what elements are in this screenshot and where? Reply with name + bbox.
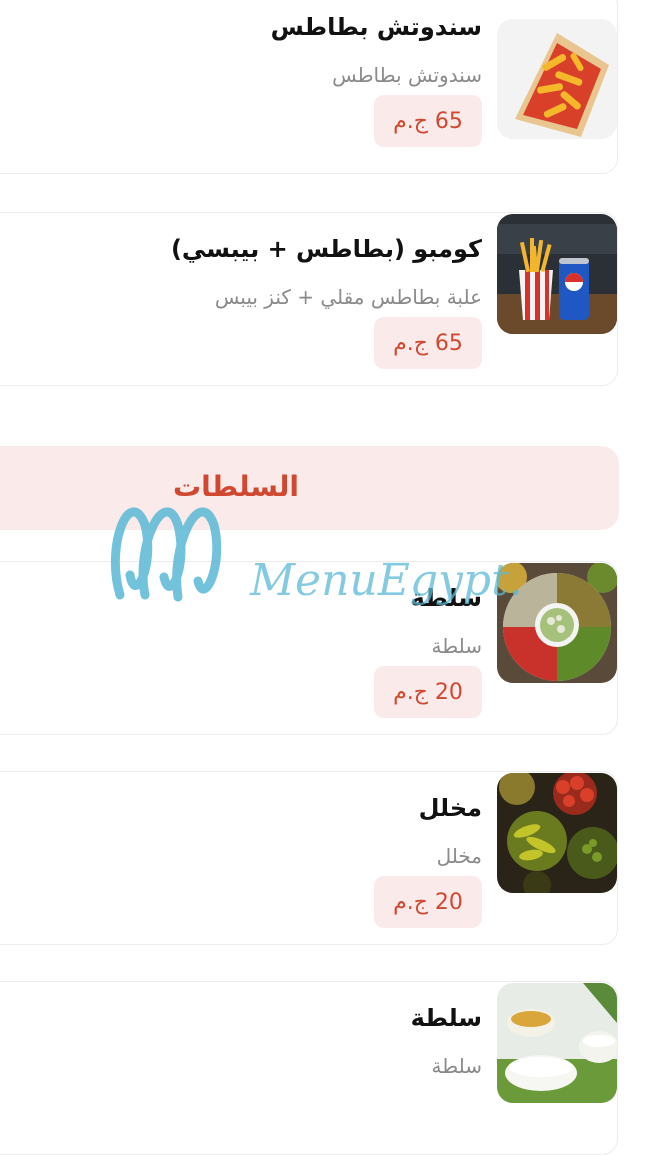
menu-item-card[interactable]: كومبو (بطاطس + بيبسي) علبة بطاطس مقلي + … (0, 212, 618, 386)
category-header[interactable]: السلطات (0, 446, 619, 530)
price-badge: 65 ج.م (374, 317, 482, 369)
menu-item-card[interactable]: سندوتش بطاطس سندوتش بطاطس 65 ج.م (0, 0, 618, 174)
item-title: سندوتش بطاطس (270, 13, 482, 41)
item-title: مخلل (418, 794, 482, 822)
fries-wrap-image (497, 19, 617, 139)
price-badge: 20 ج.م (374, 876, 482, 928)
item-description: علبة بطاطس مقلي + كنز بيبس (214, 285, 482, 309)
yogurt-salad-image (497, 983, 617, 1103)
item-description: سلطة (431, 634, 482, 658)
item-title: سلطة (410, 584, 482, 612)
item-title: سلطة (410, 1004, 482, 1032)
item-description: سلطة (431, 1054, 482, 1078)
fries-pepsi-image (497, 214, 617, 334)
pickles-jars-image (497, 773, 617, 893)
category-title: السلطات (173, 470, 299, 503)
item-description: سندوتش بطاطس (332, 63, 482, 87)
item-description: مخلل (436, 844, 482, 868)
menu-item-card[interactable]: سلطة سلطة 20 ج.م (0, 561, 618, 735)
item-title: كومبو (بطاطس + بيبسي) (170, 235, 482, 263)
salad-platter-image (497, 563, 617, 683)
menu-item-card[interactable]: مخلل مخلل 20 ج.م (0, 771, 618, 945)
price-badge: 20 ج.م (374, 666, 482, 718)
menu-item-card[interactable]: سلطة سلطة (0, 981, 618, 1155)
price-badge: 65 ج.م (374, 95, 482, 147)
